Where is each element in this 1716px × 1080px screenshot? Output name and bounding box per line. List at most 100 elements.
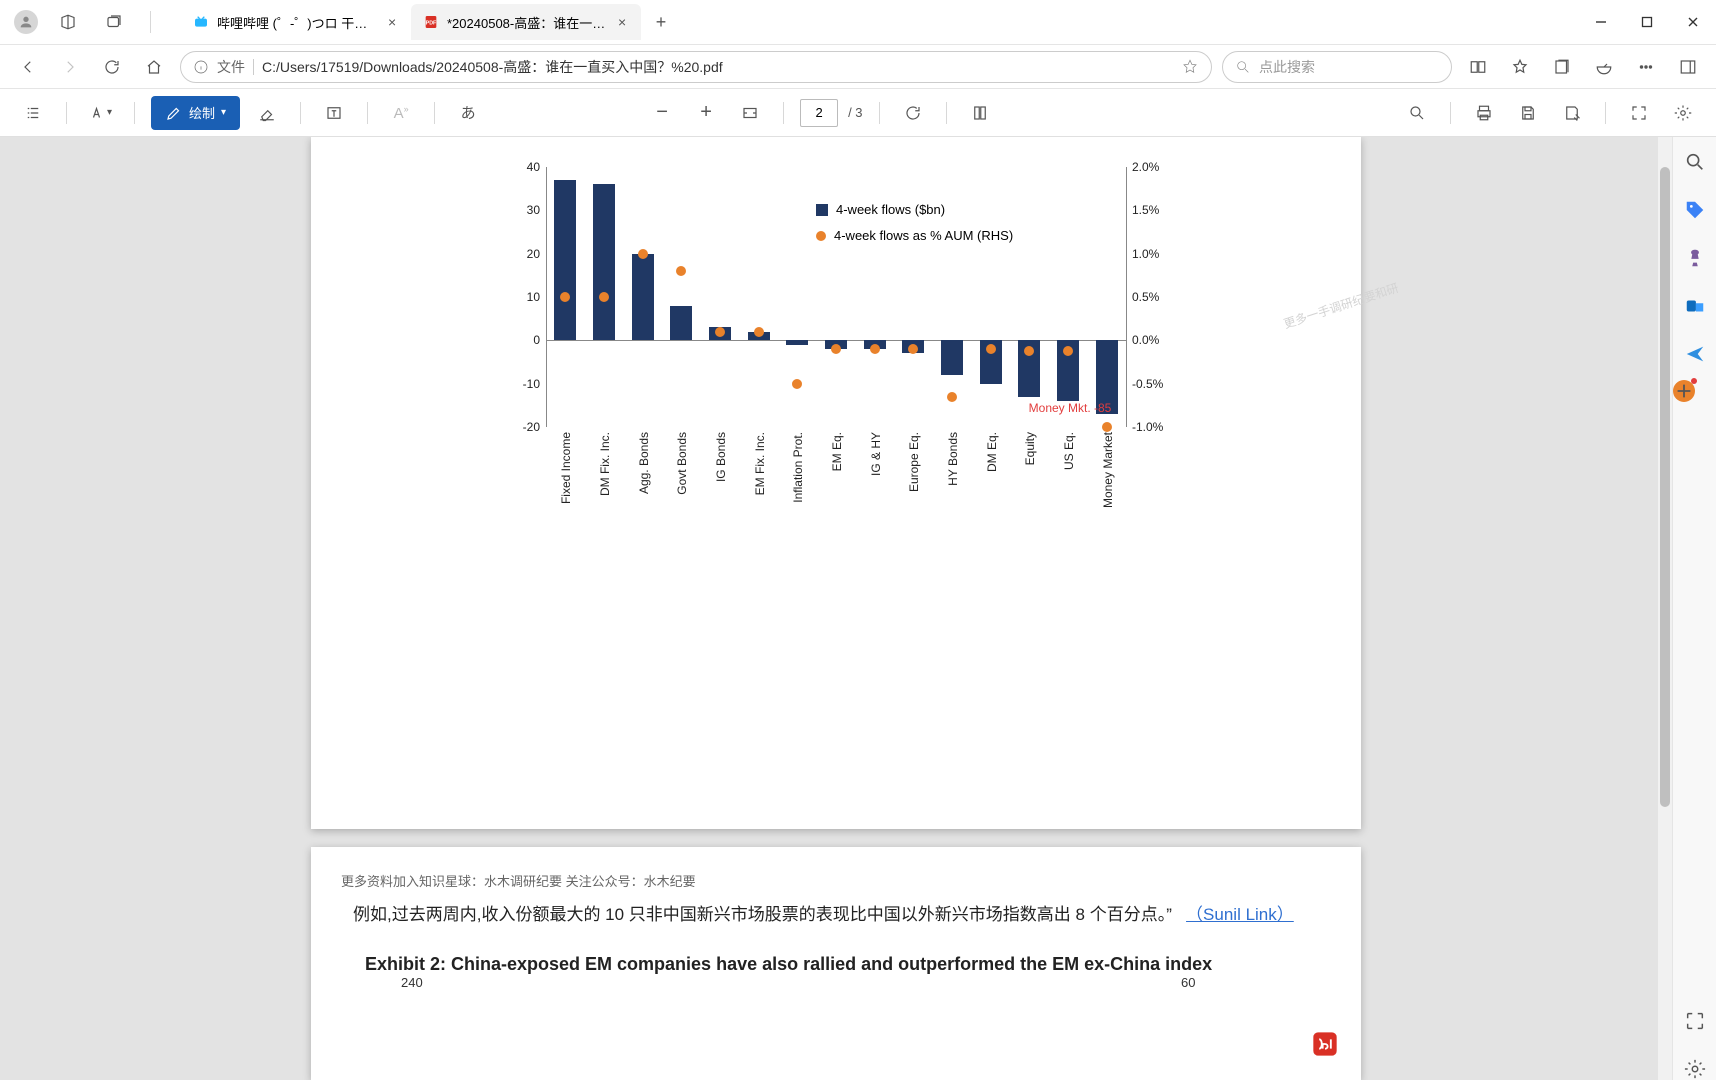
browser-titlebar: 哔哩哔哩 (゜-゜)つロ 干杯~-bilib × PDF *20240508-高… xyxy=(0,0,1716,45)
settings-icon[interactable] xyxy=(1666,96,1700,130)
zoom-in-button[interactable]: + xyxy=(689,96,723,130)
performance-icon[interactable] xyxy=(1588,51,1620,83)
chart-xlabel: EM Fix. Inc. xyxy=(753,432,767,495)
more-icon[interactable] xyxy=(1630,51,1662,83)
page-view-icon[interactable] xyxy=(963,96,997,130)
page-number-input[interactable] xyxy=(800,99,838,127)
sidebar-toggle-icon[interactable] xyxy=(1672,51,1704,83)
chart-point xyxy=(947,392,957,402)
window-minimize-button[interactable] xyxy=(1578,0,1624,45)
chart-point xyxy=(1024,346,1034,356)
browser-tab-pdf[interactable]: PDF *20240508-高盛：谁在一直买入 × xyxy=(411,4,641,40)
home-button[interactable] xyxy=(138,51,170,83)
chart-xlabel: Govt Bonds xyxy=(675,432,689,495)
toc-icon[interactable] xyxy=(16,96,50,130)
split-screen-icon[interactable] xyxy=(1462,51,1494,83)
search-rail-icon[interactable] xyxy=(1684,151,1706,173)
chart-point xyxy=(870,344,880,354)
chart-point xyxy=(792,379,802,389)
window-close-button[interactable] xyxy=(1670,0,1716,45)
page-total: / 3 xyxy=(848,105,862,120)
browser-tab-bilibili[interactable]: 哔哩哔哩 (゜-゜)つロ 干杯~-bilib × xyxy=(181,4,411,40)
browser-addressbar: 文件 C:/Users/17519/Downloads/20240508-高盛：… xyxy=(0,45,1716,89)
search-box[interactable]: 点此搜索 xyxy=(1222,51,1452,83)
workspaces-icon[interactable] xyxy=(52,6,84,38)
find-icon[interactable] xyxy=(1400,96,1434,130)
info-icon xyxy=(193,59,209,75)
page-header-note: 更多资料加入知识星球：水木调研纪要 关注公众号：水木纪要 xyxy=(341,871,1331,890)
rotate-icon[interactable] xyxy=(896,96,930,130)
send-icon[interactable] xyxy=(1684,343,1706,365)
chart-point xyxy=(638,249,648,259)
pdf-toolbar: ▾ 绘制 ▾ A» あ − + / 3 xyxy=(0,89,1716,137)
refresh-button[interactable] xyxy=(96,51,128,83)
fullscreen-icon[interactable] xyxy=(1622,96,1656,130)
scheme-label: 文件 xyxy=(217,57,245,77)
chart-xlabel: DM Fix. Inc. xyxy=(598,432,612,496)
chart-point xyxy=(908,344,918,354)
favorites-icon[interactable] xyxy=(1504,51,1536,83)
search-placeholder: 点此搜索 xyxy=(1259,57,1315,77)
chart-xlabel: IG Bonds xyxy=(714,432,728,482)
profile-avatar[interactable] xyxy=(14,10,38,34)
chart-point xyxy=(754,327,764,337)
url-box[interactable]: 文件 C:/Users/17519/Downloads/20240508-高盛：… xyxy=(180,51,1212,83)
translate-icon[interactable]: あ xyxy=(451,96,485,130)
axis-num-right: 60 xyxy=(1181,975,1195,990)
watermark: 更多一手调研纪要和研 xyxy=(1281,279,1400,332)
window-maximize-button[interactable] xyxy=(1624,0,1670,45)
chart-xlabel: US Eq. xyxy=(1062,432,1076,470)
chess-icon[interactable] xyxy=(1684,247,1706,269)
axis-num-left: 240 xyxy=(401,975,423,990)
close-tab-icon[interactable]: × xyxy=(615,14,629,30)
chart-bar xyxy=(593,184,615,340)
favorite-star-icon[interactable] xyxy=(1181,58,1199,76)
chart-legend: 4-week flows ($bn)4-week flows as % AUM … xyxy=(816,197,1013,249)
search-icon xyxy=(1235,59,1251,75)
url-text: C:/Users/17519/Downloads/20240508-高盛：谁在一… xyxy=(262,57,1173,77)
save-icon[interactable] xyxy=(1511,96,1545,130)
fit-width-icon[interactable] xyxy=(733,96,767,130)
sunil-link[interactable]: （Sunil Link） xyxy=(1186,905,1294,924)
read-aloud-icon[interactable]: A» xyxy=(384,96,418,130)
rail-settings-icon[interactable] xyxy=(1684,1058,1706,1080)
zoom-out-button[interactable]: − xyxy=(645,96,679,130)
chart-bar xyxy=(670,306,692,341)
chart-bar xyxy=(632,254,654,341)
erase-icon[interactable] xyxy=(250,96,284,130)
back-button[interactable] xyxy=(12,51,44,83)
chart-bar xyxy=(786,340,808,344)
chart-bar xyxy=(554,180,576,340)
tag-icon[interactable] xyxy=(1684,199,1706,221)
collections-icon[interactable] xyxy=(1546,51,1578,83)
chart-point xyxy=(599,292,609,302)
pdf-viewport[interactable]: Fixed IncomeDM Fix. Inc.Agg. BondsGovt B… xyxy=(0,137,1672,1080)
paragraph-example: 例如,过去两周内,收入份额最大的 10 只非中国新兴市场股票的表现比中国以外新兴… xyxy=(353,900,1319,930)
chart-xlabel: DM Eq. xyxy=(985,432,999,472)
chart-xlabel: IG & HY xyxy=(869,432,883,476)
pdf-page-3-top: 更多资料加入知识星球：水木调研纪要 关注公众号：水木纪要 例如,过去两周内,收入… xyxy=(311,847,1361,1080)
bilibili-favicon-icon xyxy=(193,14,209,30)
chart-xlabel: Fixed Income xyxy=(559,432,573,504)
acrobat-badge-icon[interactable] xyxy=(1311,1030,1339,1058)
vertical-scrollbar[interactable] xyxy=(1658,137,1672,1080)
outlook-icon[interactable] xyxy=(1684,295,1706,317)
print-icon[interactable] xyxy=(1467,96,1501,130)
screenshot-icon[interactable] xyxy=(1684,1010,1706,1032)
new-tab-button[interactable]: + xyxy=(647,8,675,36)
scrollbar-thumb[interactable] xyxy=(1660,167,1670,807)
save-as-icon[interactable] xyxy=(1555,96,1589,130)
add-rail-icon[interactable] xyxy=(1673,380,1695,402)
close-tab-icon[interactable]: × xyxy=(385,14,399,30)
exhibit-2-title: Exhibit 2: China-exposed EM companies ha… xyxy=(365,954,1331,975)
chart-xlabel: EM Eq. xyxy=(830,432,844,471)
draw-button[interactable]: 绘制 ▾ xyxy=(151,96,240,130)
chart-xlabel: HY Bonds xyxy=(946,432,960,486)
chart-point xyxy=(560,292,570,302)
highlight-icon[interactable]: ▾ xyxy=(83,96,118,130)
add-text-icon[interactable] xyxy=(317,96,351,130)
tabs-icon[interactable] xyxy=(98,6,130,38)
pdf-favicon-icon: PDF xyxy=(423,14,439,30)
chart-point xyxy=(1063,346,1073,356)
svg-text:PDF: PDF xyxy=(426,21,437,27)
